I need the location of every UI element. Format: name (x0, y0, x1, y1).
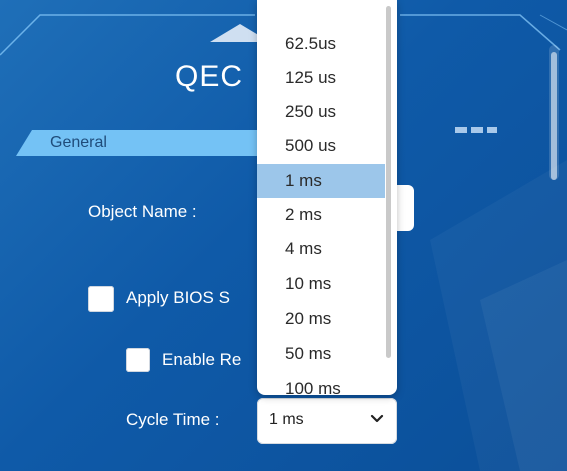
cycle-time-select[interactable]: 1 ms (257, 398, 397, 444)
section-divider-decoration (455, 127, 497, 133)
tab-general[interactable]: General (16, 130, 261, 156)
dropdown-option[interactable]: 2 ms (257, 198, 385, 232)
tab-general-label: General (50, 134, 107, 151)
dropdown-option[interactable]: 50 ms (257, 337, 385, 371)
dropdown-scrollbar-thumb[interactable] (386, 6, 391, 358)
dropdown-option[interactable]: 500 us (257, 129, 385, 163)
dropdown-option-selected[interactable]: 1 ms (257, 164, 385, 198)
object-name-label: Object Name : (88, 202, 197, 221)
chevron-down-icon (370, 414, 384, 423)
apply-bios-label: Apply BIOS S (126, 288, 230, 307)
panel-scrollbar-thumb[interactable] (551, 52, 557, 180)
dropdown-option[interactable]: 4 ms (257, 232, 385, 266)
apply-bios-checkbox[interactable] (88, 286, 114, 312)
cycle-time-value: 1 ms (269, 411, 304, 428)
window-title: QEC (175, 60, 244, 93)
cycle-time-dropdown[interactable]: 62.5us 125 us 250 us 500 us 1 ms 2 ms 4 … (257, 0, 397, 395)
dropdown-option[interactable]: 250 us (257, 95, 385, 129)
dropdown-option[interactable]: 100 ms (257, 372, 385, 395)
dropdown-option[interactable]: 10 ms (257, 267, 385, 301)
enable-re-checkbox[interactable] (126, 348, 150, 372)
settings-panel: QEC General Object Name : Apply BIOS S E… (0, 0, 567, 471)
dropdown-option[interactable]: 125 us (257, 61, 385, 95)
cycle-time-label: Cycle Time : (126, 410, 220, 429)
dropdown-option[interactable]: 20 ms (257, 302, 385, 336)
enable-re-label: Enable Re (162, 350, 242, 369)
dropdown-option[interactable]: 62.5us (257, 27, 385, 61)
